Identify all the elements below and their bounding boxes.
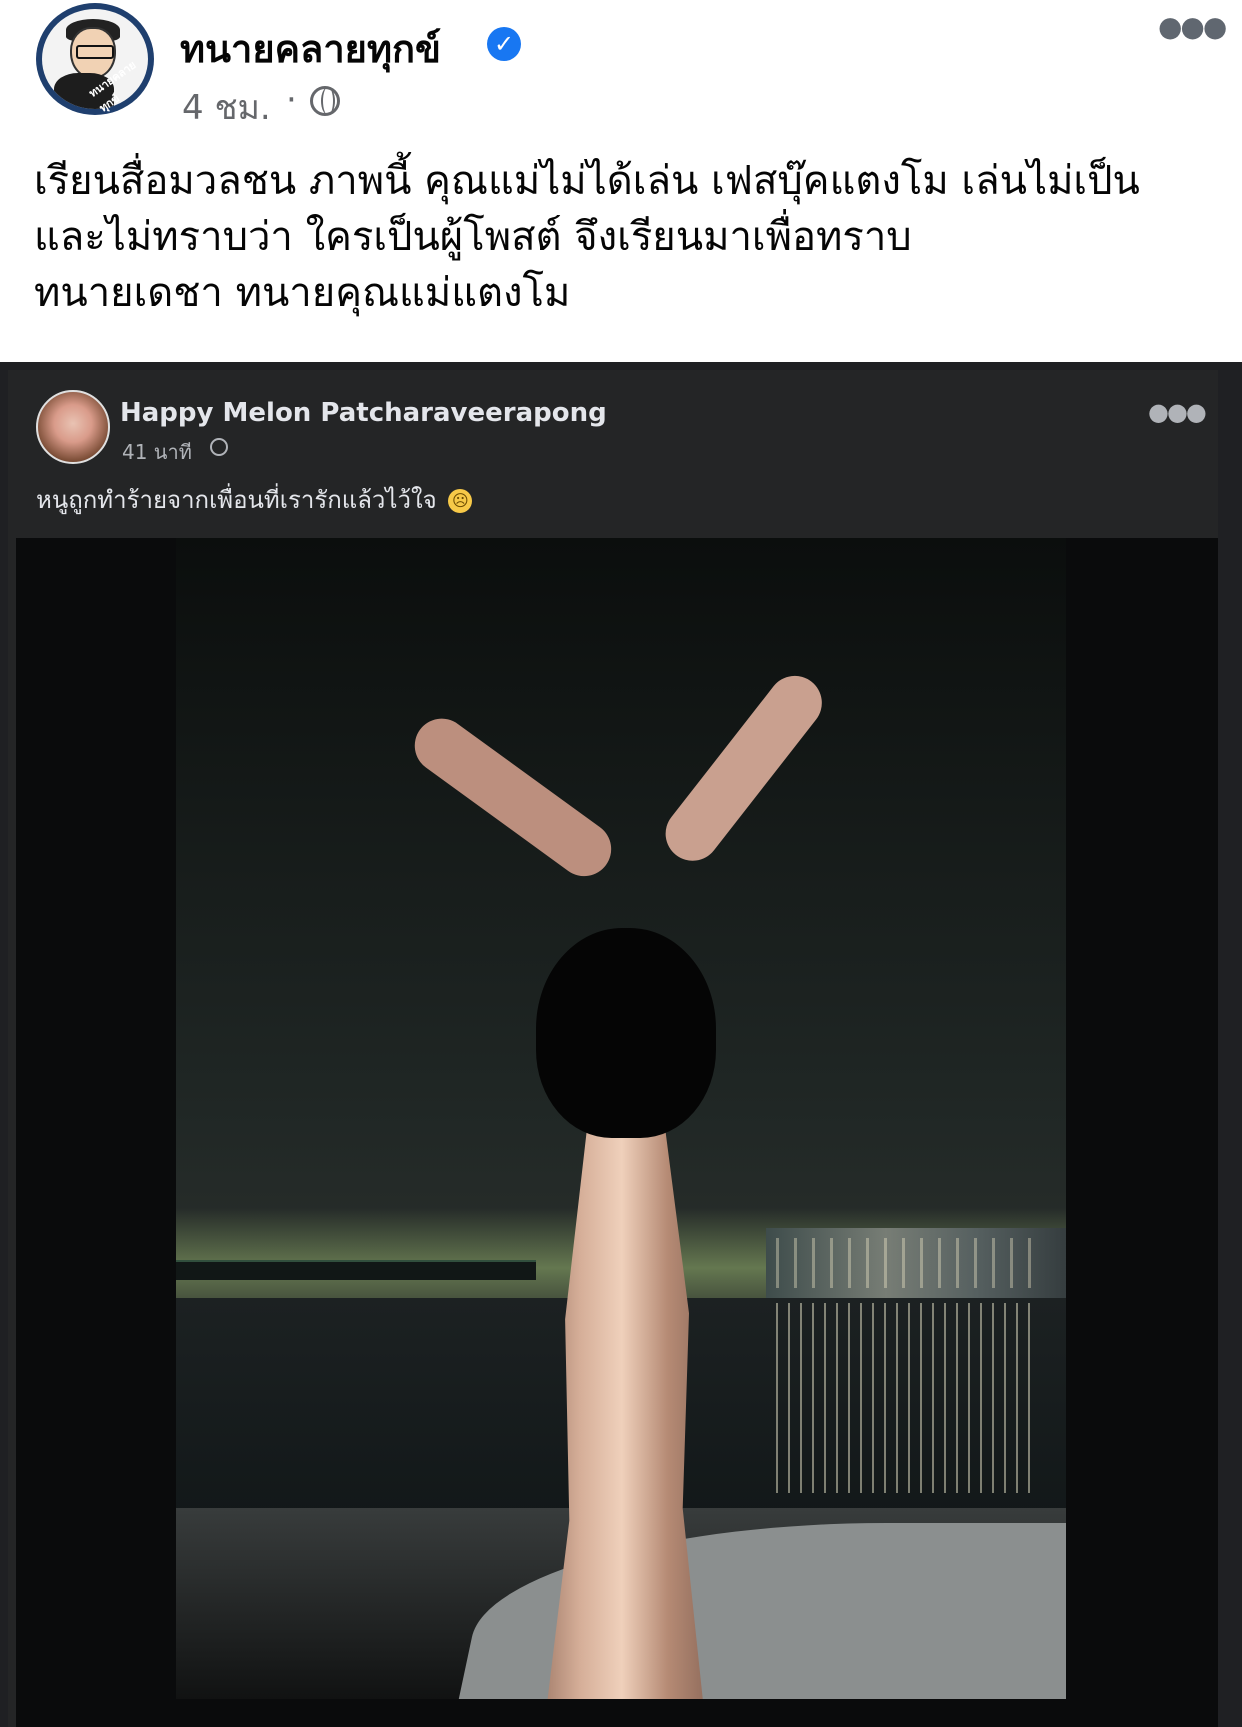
- embedded-post-card: Happy Melon Patcharaveerapong 41 นาที ●●…: [8, 370, 1218, 1727]
- post-time[interactable]: 4 ชม.: [182, 80, 271, 134]
- embedded-post-time[interactable]: 41 นาที: [122, 436, 192, 468]
- raised-right-arm: [654, 665, 833, 872]
- photo-bottom-shadow: [16, 1699, 1218, 1727]
- embedded-author-avatar[interactable]: [36, 390, 110, 464]
- sad-face-icon: ☹: [448, 489, 473, 513]
- raised-left-arm: [404, 707, 622, 887]
- post-header: ทนายคลายทุกข์ ทนายคลายทุกข์ ✓ 4 ชม. · ●●…: [0, 0, 1242, 140]
- night-boat-photo[interactable]: [176, 538, 1066, 1727]
- embedded-globe-icon: [210, 438, 228, 456]
- caption-line-2: และไม่ทราบว่า ใครเป็นผู้โพสต์ จึงเรียนมา…: [34, 214, 912, 260]
- embedded-author-name[interactable]: Happy Melon Patcharaveerapong: [120, 398, 607, 428]
- meta-separator: ·: [286, 80, 297, 120]
- embedded-post-message: หนูถูกทำร้ายจากเพื่อนที่เรารักแล้วไว้ใจ: [36, 486, 437, 514]
- light-reflections: [776, 1303, 1036, 1493]
- embedded-post-text: หนูถูกทำร้ายจากเพื่อนที่เรารักแล้วไว้ใจ …: [36, 480, 473, 519]
- verified-badge-icon: ✓: [487, 27, 521, 61]
- woman-hair: [536, 928, 716, 1138]
- embedded-photo-area[interactable]: [16, 538, 1218, 1727]
- building-lights: [776, 1238, 1036, 1288]
- embedded-screenshot: Happy Melon Patcharaveerapong 41 นาที ●●…: [0, 362, 1242, 1727]
- page-name[interactable]: ทนายคลายทุกข์: [180, 18, 441, 79]
- caption-line-3: ทนายเดชา ทนายคุณแม่แตงโม: [34, 270, 571, 316]
- globe-icon: [310, 86, 340, 116]
- page-avatar[interactable]: ทนายคลายทุกข์: [36, 3, 154, 115]
- avatar-glasses: [76, 45, 114, 59]
- embedded-more-icon[interactable]: ●●●: [1148, 398, 1207, 426]
- distant-shore: [176, 1260, 536, 1280]
- more-icon[interactable]: ●●●: [1158, 13, 1227, 41]
- post-caption: เรียนสื่อมวลชน ภาพนี้ คุณแม่ไม่ได้เล่น เ…: [34, 153, 1214, 321]
- caption-line-1: เรียนสื่อมวลชน ภาพนี้ คุณแม่ไม่ได้เล่น เ…: [34, 158, 1140, 204]
